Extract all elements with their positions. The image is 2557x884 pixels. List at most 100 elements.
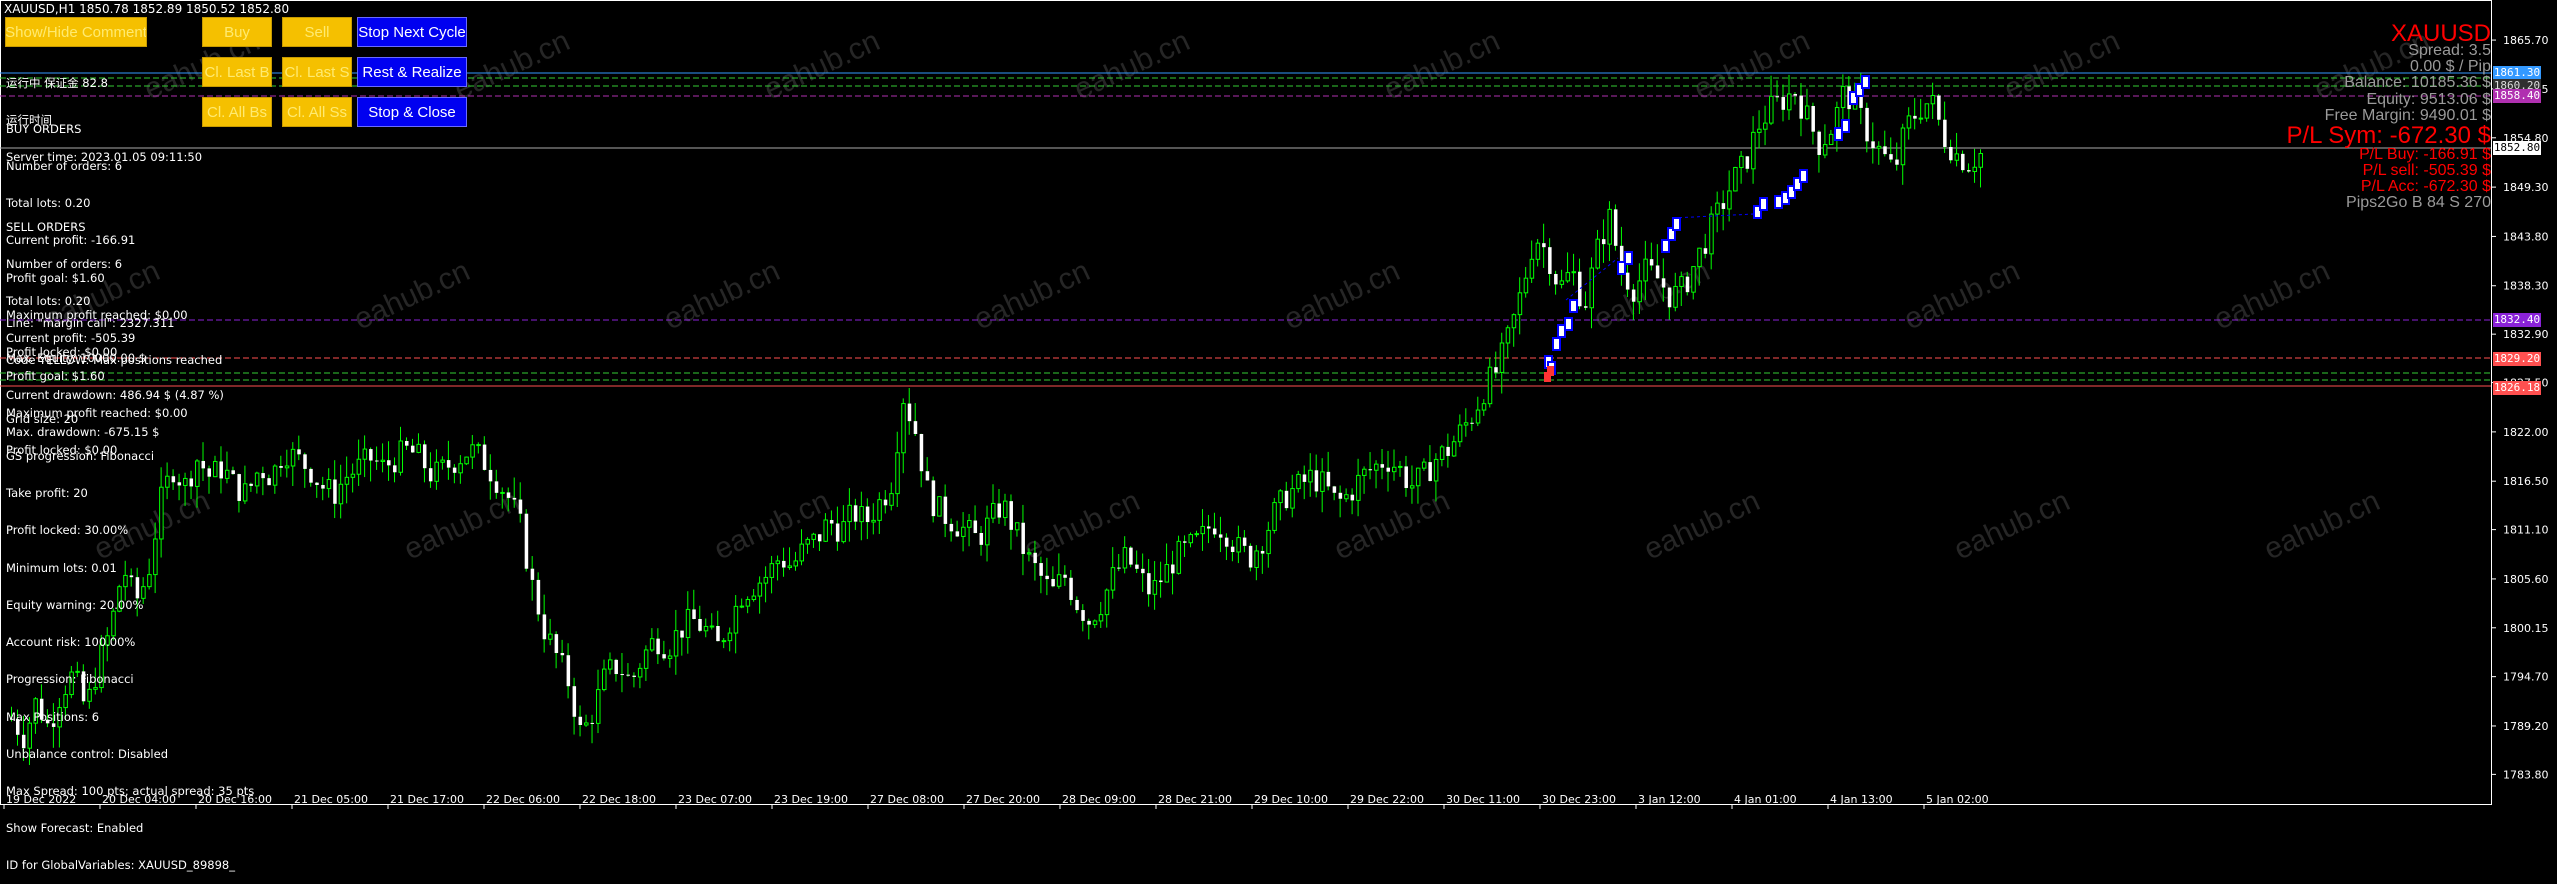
settings-line: GS progression: Fibonacci (6, 449, 155, 464)
candle-body-bear (1183, 541, 1187, 543)
candle-body-bull (1164, 564, 1170, 583)
candle-body-bear (1260, 550, 1265, 554)
candle-body-bull (1673, 285, 1678, 308)
buy-order-marker (1841, 119, 1850, 133)
x-tick-label: 23 Dec 19:00 (774, 793, 848, 806)
candle-body-bull (799, 543, 804, 562)
watermark-text: eahub.cn (1899, 254, 2025, 336)
candle-body-bear (1961, 153, 1965, 171)
candle-body-bear (1284, 490, 1289, 509)
close-last-buy-button[interactable]: Cl. Last B (202, 57, 272, 87)
watermark-text: eahub.cn (1279, 254, 1405, 336)
candle-body-bear (1248, 545, 1253, 568)
candle-body-bull (1571, 271, 1577, 274)
candle-body-bear (943, 496, 948, 524)
candle-body-bear (1470, 422, 1474, 424)
candle-body-bear (1865, 107, 1869, 142)
candle-body-bull (548, 633, 553, 640)
candle-body-bear (1242, 537, 1247, 546)
candle-body-bull (1451, 441, 1457, 457)
candle-body-bear (620, 674, 624, 676)
candle-body-bear (680, 630, 684, 638)
y-tick-label: 1838.30 (2503, 280, 2549, 293)
candle-body-bear (698, 618, 702, 631)
buy-orders-title: BUY ORDERS (6, 121, 82, 136)
candle-body-bull (1972, 166, 1978, 172)
candle-body-bull (1691, 266, 1696, 293)
candle-body-bull (745, 599, 751, 607)
candle-body-bear (1661, 278, 1666, 288)
candle-body-bull (1122, 547, 1128, 569)
x-tick-label: 21 Dec 17:00 (390, 793, 464, 806)
candle-body-bull (1876, 145, 1882, 149)
show-hide-comment-button[interactable]: Show/Hide Comment (5, 17, 147, 47)
candle-body-bear (1326, 471, 1331, 487)
settings-line: Profit locked: 30.00% (6, 523, 129, 538)
candle-body-bear (979, 532, 984, 545)
x-tick-label: 4 Jan 01:00 (1734, 793, 1797, 806)
candle-body-bear (1147, 573, 1151, 595)
candle-body-bear (1584, 306, 1588, 308)
close-all-buys-button[interactable]: Cl. All Bs (202, 97, 272, 127)
candle-body-bull (1840, 85, 1846, 109)
candle-body-bear (853, 505, 858, 522)
candle-body-bear (1775, 96, 1780, 98)
candle-body-bull (1529, 258, 1535, 279)
account-pips2go: Pips2Go B 84 S 270 (2346, 194, 2491, 211)
buy-button[interactable]: Buy (202, 17, 272, 47)
candle-body-bull (1104, 589, 1110, 616)
sell-button[interactable]: Sell (282, 17, 352, 47)
candle-body-bear (315, 482, 319, 485)
candle-body-bear (446, 460, 451, 468)
candle-body-bear (452, 467, 457, 473)
candle-body-bull (1056, 574, 1062, 587)
candle-body-bear (1302, 474, 1307, 482)
candle-body-bear (1578, 271, 1582, 307)
candle-body-bull (985, 517, 990, 546)
candle-body-bull (1278, 490, 1283, 504)
candle-body-bull (1475, 409, 1481, 424)
candle-body-bull (1254, 550, 1259, 568)
candle-body-bear (692, 609, 696, 619)
candle-body-bear (1332, 486, 1337, 493)
candle-body-bear (506, 492, 511, 498)
candle-body-bear (560, 653, 565, 656)
candle-body-bear (1224, 537, 1229, 547)
close-all-sells-button[interactable]: Cl. All Ss (282, 97, 352, 127)
candle-body-bull (434, 461, 439, 482)
candle-body-bull (1392, 466, 1397, 473)
candle-body-bear (1051, 579, 1055, 587)
candle-body-bear (297, 449, 301, 455)
buy-order-marker (1774, 195, 1783, 209)
candle-body-bear (1601, 239, 1606, 245)
candle-body-bear (1081, 610, 1085, 621)
watermark-text: eahub.cn (1069, 24, 1195, 106)
candle-body-bull (637, 667, 643, 678)
candle-body-bear (1811, 106, 1815, 132)
candle-body-bull (937, 496, 942, 517)
candle-body-bull (254, 472, 260, 487)
candle-body-bear (279, 466, 283, 468)
candle-body-bull (1176, 540, 1182, 574)
candle-body-bear (1703, 248, 1708, 254)
sell-order-marker (1547, 366, 1554, 376)
candle-body-bull (823, 519, 828, 542)
candle-body-bull (1924, 103, 1930, 119)
candle-body-bear (369, 449, 373, 461)
candle-body-bear (1895, 159, 1899, 165)
candle-body-bear (518, 499, 523, 514)
candle-body-bull (1511, 314, 1517, 329)
x-tick-label: 3 Jan 12:00 (1638, 793, 1701, 806)
candle-body-bull (859, 506, 864, 523)
candle-body-bull (476, 444, 481, 447)
candle-body-bull (1290, 488, 1295, 509)
stop-next-cycle-button[interactable]: Stop Next Cycle (357, 17, 467, 47)
stop-close-button[interactable]: Stop & Close (357, 97, 467, 127)
candle-body-bear (632, 675, 636, 677)
close-last-sell-button[interactable]: Cl. Last S (282, 57, 352, 87)
candle-body-bear (1745, 156, 1750, 169)
candle-body-bull (709, 625, 715, 628)
rest-realize-button[interactable]: Rest & Realize (357, 57, 467, 87)
candle-body-bull (1463, 422, 1469, 426)
candle-body-bull (272, 465, 278, 486)
